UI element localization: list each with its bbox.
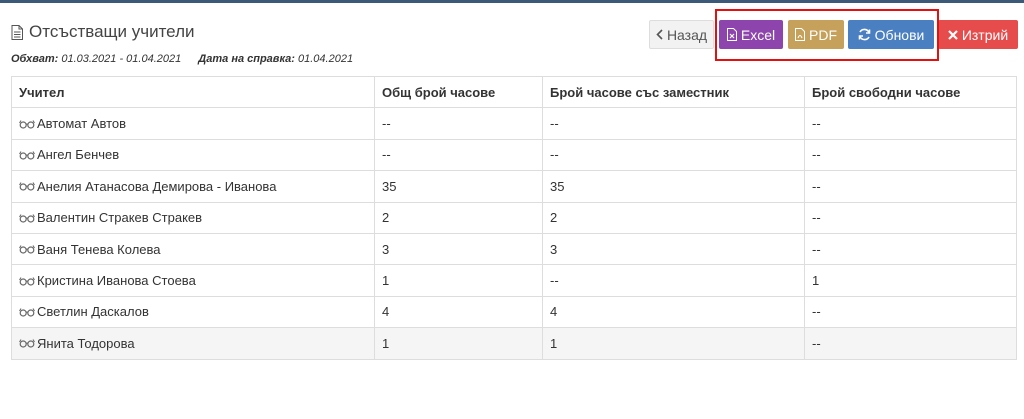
table-row: Ваня Тенева Колева 3 3 -- [11,232,1017,266]
table-row: Янита Тодорова 1 1 -- [11,327,1017,360]
delete-button-label: Изтрий [961,26,1009,43]
teacher-name: Ваня Тенева Колева [37,241,161,257]
chevron-left-icon [656,29,663,40]
teacher-cell: Автомат Автов [11,107,375,140]
teacher-cell: Светлин Даскалов [11,295,375,329]
table-row: Светлин Даскалов 4 4 -- [11,295,1017,329]
glasses-icon [19,308,35,317]
teacher-name: Светлин Даскалов [37,304,149,320]
teacher-name: Ангел Бенчев [37,147,120,163]
excel-export-button[interactable]: Excel [719,20,783,49]
free-hours-cell: -- [804,327,1017,360]
report-meta: Обхват: 01.03.2021 - 01.04.2021 Дата на … [11,53,353,65]
table-row: Автомат Автов -- -- -- [11,107,1017,140]
substitute-hours-cell: 35 [542,170,805,203]
substitute-hours-cell: 4 [542,295,805,329]
teacher-cell: Кристина Иванова Стоева [11,264,375,297]
teacher-name: Янита Тодорова [37,335,135,351]
teacher-cell: Валентин Стракев Стракев [11,201,375,234]
column-header-substitute-hours[interactable]: Брой часове със заместник [542,75,805,109]
page-title: Отсъстващи учители [11,22,194,42]
pdf-button-label: PDF [809,26,837,43]
total-hours-cell: -- [374,138,543,172]
glasses-icon [19,119,35,129]
report-date-value: 01.04.2021 [298,53,354,65]
back-button-label: Назад [666,26,708,43]
column-header-teacher[interactable]: Учител [11,75,375,109]
refresh-button[interactable]: Обнови [848,20,934,49]
total-hours-cell: 1 [374,264,543,297]
total-hours-cell: 2 [374,201,543,234]
column-header-total-hours[interactable]: Общ брой часове [374,75,543,109]
free-hours-cell: 1 [804,264,1017,297]
substitute-hours-cell: 3 [542,232,805,266]
free-hours-cell: -- [804,295,1017,329]
free-hours-cell: -- [804,138,1017,172]
substitute-hours-cell: -- [542,264,805,297]
excel-button-label: Excel [740,26,776,43]
total-hours-cell: 35 [374,170,543,203]
glasses-icon [19,245,35,254]
close-icon [948,29,958,40]
absent-teachers-table: Учител Общ брой часове Брой часове със з… [11,75,1017,360]
total-hours-cell: 3 [374,232,543,266]
scope-label: Обхват: [11,53,59,65]
table-row: Ангел Бенчев -- -- -- [11,138,1017,172]
substitute-hours-cell: 1 [542,327,805,360]
page-title-text: Отсъстващи учители [29,22,195,41]
refresh-icon [858,28,871,41]
top-accent-bar [0,0,1024,3]
back-button[interactable]: Назад [649,20,714,49]
glasses-icon [19,151,35,160]
excel-file-icon [726,28,737,41]
glasses-icon [19,339,35,348]
column-header-free-hours[interactable]: Брой свободни часове [804,75,1017,109]
teacher-cell: Анелия Атанасова Демирова - Иванова [11,170,375,203]
substitute-hours-cell: 2 [542,201,805,234]
teacher-name: Анелия Атанасова Демирова - Иванова [37,178,277,194]
table-row: Кристина Иванова Стоева 1 -- 1 [11,264,1017,297]
glasses-icon [19,276,35,286]
scope-value: 01.03.2021 - 01.04.2021 [61,53,182,65]
total-hours-cell: 1 [374,327,543,360]
free-hours-cell: -- [804,201,1017,234]
report-date-label: Дата на справка: [198,53,295,65]
delete-button[interactable]: Изтрий [938,20,1018,49]
teacher-name: Валентин Стракев Стракев [37,210,203,226]
table-row: Анелия Атанасова Демирова - Иванова 35 3… [11,170,1017,203]
table-row: Валентин Стракев Стракев 2 2 -- [11,201,1017,234]
document-icon [11,24,23,40]
free-hours-cell: -- [804,107,1017,140]
teacher-cell: Ангел Бенчев [11,138,375,172]
glasses-icon [19,182,35,191]
teacher-cell: Ваня Тенева Колева [11,232,375,266]
refresh-button-label: Обнови [874,26,925,43]
free-hours-cell: -- [804,170,1017,203]
total-hours-cell: -- [374,107,543,140]
glasses-icon [19,213,35,223]
substitute-hours-cell: -- [542,138,805,172]
substitute-hours-cell: -- [542,107,805,140]
pdf-export-button[interactable]: PDF [788,20,844,49]
total-hours-cell: 4 [374,295,543,329]
pdf-file-icon [795,28,805,41]
teacher-name: Кристина Иванова Стоева [37,273,196,289]
free-hours-cell: -- [804,232,1017,266]
table-header-row: Учител Общ брой часове Брой часове със з… [11,75,1017,109]
teacher-name: Автомат Автов [37,116,127,132]
teacher-cell: Янита Тодорова [11,327,375,360]
